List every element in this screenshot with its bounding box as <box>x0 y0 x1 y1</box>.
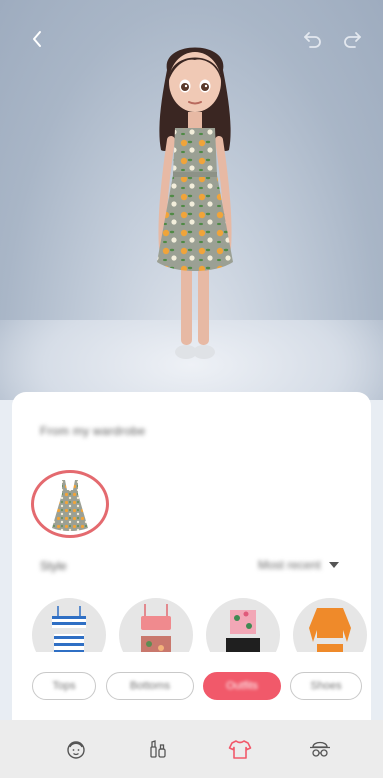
chip-label: Tops <box>52 680 76 692</box>
undo-icon <box>304 32 321 48</box>
wardrobe-item-dress[interactable] <box>31 470 109 538</box>
wardrobe-title: From my wardrobe <box>40 424 146 438</box>
nav-face[interactable] <box>61 734 91 764</box>
editor-panel <box>12 392 371 720</box>
outfit-items-row <box>12 596 371 652</box>
pink-top-icon <box>141 604 171 652</box>
redo-button[interactable] <box>338 24 368 54</box>
category-chips: Tops Bottoms Outfits Shoes <box>0 672 383 702</box>
orange-top-icon <box>309 608 351 652</box>
chip-shoes[interactable]: Shoes <box>290 672 362 700</box>
avatar-stage <box>0 0 383 400</box>
outfit-item-4[interactable] <box>293 598 367 652</box>
tshirt-icon <box>228 740 252 759</box>
back-button[interactable] <box>22 24 52 54</box>
chip-tops[interactable]: Tops <box>32 672 96 700</box>
floral-dress-icon <box>52 480 88 531</box>
accessories-icon <box>310 741 330 757</box>
chevron-left-icon <box>33 31 41 47</box>
face-icon <box>67 741 85 759</box>
chip-bottoms[interactable]: Bottoms <box>106 672 194 700</box>
undo-button[interactable] <box>297 24 327 54</box>
chip-label: Shoes <box>310 680 342 692</box>
outfit-item-2[interactable] <box>119 598 193 652</box>
redo-icon <box>344 32 361 48</box>
striped-top-icon <box>52 606 86 652</box>
chip-label: Outfits <box>226 680 258 692</box>
caret-down-icon <box>328 562 339 568</box>
outfit-item-3[interactable] <box>206 598 280 652</box>
floral-top-icon <box>226 610 260 652</box>
outfit-item-1[interactable] <box>32 598 106 652</box>
avatar-figure <box>157 47 233 359</box>
bottom-nav <box>0 720 383 778</box>
nav-makeup[interactable] <box>143 734 173 764</box>
sort-value: Most recent <box>258 558 321 572</box>
chip-outfits[interactable]: Outfits <box>203 672 281 700</box>
chip-label: Bottoms <box>129 680 171 692</box>
sort-dropdown[interactable]: Most recent <box>258 558 339 572</box>
makeup-icon <box>150 740 166 758</box>
style-label: Style <box>40 559 67 573</box>
nav-accessories[interactable] <box>305 734 335 764</box>
nav-clothing[interactable] <box>225 734 255 764</box>
